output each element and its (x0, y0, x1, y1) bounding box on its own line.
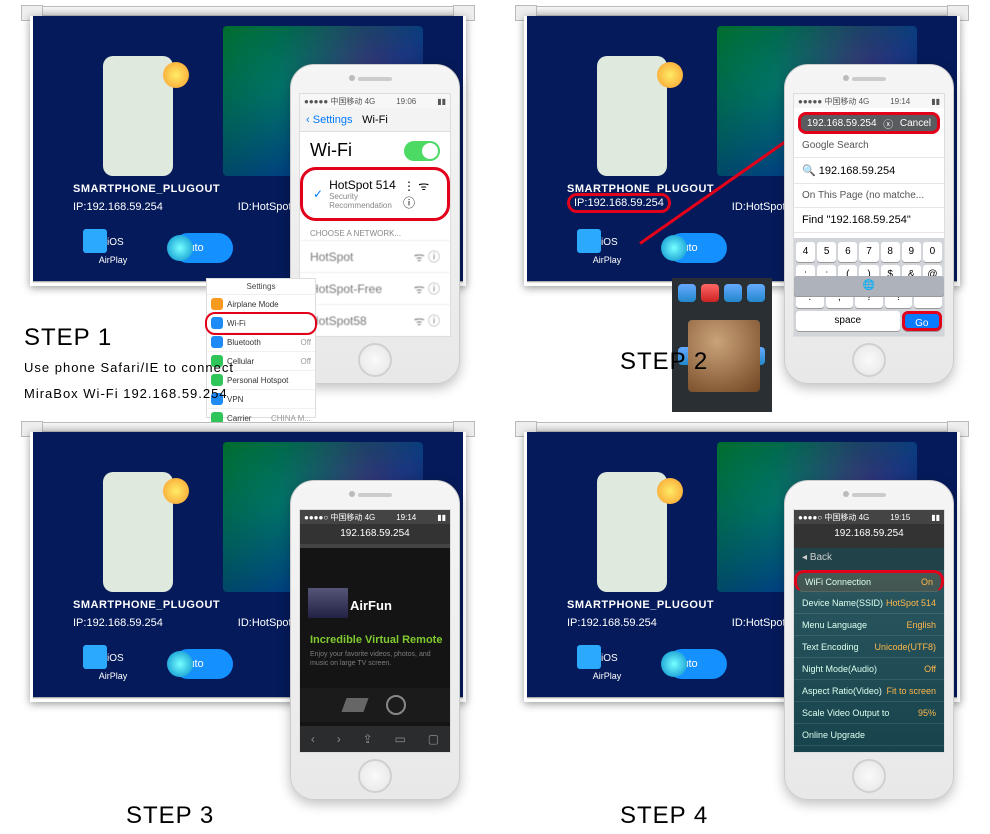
address-bar[interactable]: 192.168.59.254ⓧCancel (798, 112, 940, 134)
url-bar[interactable]: 192.168.59.254 (794, 524, 944, 544)
wifi-other-networks: HotSpotᯤ ⓘ HotSpot-Freeᯤ ⓘ HotSpot58ᯤ ⓘ … (300, 240, 450, 337)
proj-label: SMARTPHONE_PLUGOUT (73, 183, 220, 195)
iphone-step4: ●●●●○ 中国移动 4G19:15▮▮ 192.168.59.254 ◂ Ba… (784, 480, 954, 800)
safari-tabbar[interactable]: ‹›⇪▭▢ (300, 726, 450, 752)
step4-caption: STEP 4 (620, 802, 708, 830)
home-button[interactable] (852, 343, 886, 377)
find-on-page-row[interactable]: Find "192.168.59.254" (794, 208, 944, 233)
auto-badge: Auto (173, 233, 233, 263)
nav-bar: ‹ Settings Wi-Fi (300, 108, 450, 132)
step2-caption: STEP 2 (620, 348, 708, 376)
home-button[interactable] (358, 343, 392, 377)
cancel-button[interactable]: Cancel (900, 118, 931, 129)
config-row[interactable]: Night Mode(Audio)Off (794, 658, 944, 680)
wifi-toggle[interactable] (404, 141, 440, 161)
config-row[interactable]: Scale Video Output to95% (794, 702, 944, 724)
config-row[interactable]: Device Name(SSID)HotSpot 514 (794, 592, 944, 614)
step1-caption: STEP 1 Use phone Safari/IE to connect Mi… (24, 324, 234, 403)
globe-key: 🌐 (794, 276, 944, 296)
proj-ip: IP:192.168.59.254 (73, 201, 163, 213)
step3-caption: STEP 3 (126, 802, 214, 830)
status-bar: ●●●●● 中国移动 4G19:06▮▮ (300, 94, 450, 108)
config-row[interactable]: Download INSTALL_A (794, 746, 944, 753)
config-row[interactable]: Aspect Ratio(Video)Fit to screen (794, 680, 944, 702)
home-button[interactable] (358, 759, 392, 793)
url-bar[interactable]: 192.168.59.254 (300, 524, 450, 544)
iphone-step2: ●●●●● 中国移动 4G19:14▮▮ 192.168.59.254ⓧCanc… (784, 64, 954, 384)
airfun-headline: Incredible Virtual Remote (310, 634, 442, 646)
panel-step-1: SMARTPHONE_PLUGOUT IP:192.168.59.254 ID:… (6, 6, 490, 412)
wifi-icon: ⋮ ᯤ ⓘ (403, 177, 437, 211)
airplay-badge: iOS AirPlay (83, 229, 143, 265)
home-button[interactable] (852, 759, 886, 793)
media-icon[interactable] (341, 698, 368, 712)
panel-step-3: SMARTPHONE_PLUGOUT IP:192.168.59.254 ID:… (6, 422, 490, 828)
settings-row[interactable]: Airplane Mode (207, 295, 315, 314)
keyboard[interactable]: 4567890 :;()$&@ #+=.,?!'⌫ 123 🌐 space Go (794, 238, 944, 336)
space-key: space (796, 311, 900, 331)
panel-step-4: SMARTPHONE_PLUGOUT IP:192.168.59.254 ID:… (500, 422, 984, 828)
go-key: Go (902, 311, 943, 331)
wifi-title: Wi-Fi (310, 140, 352, 161)
wifi-connected-row[interactable]: ✓HotSpot 514Security Recommendation ⋮ ᯤ … (300, 167, 450, 221)
iphone-step3: ●●●●○ 中国移动 4G19:14▮▮ 192.168.59.254 AirF… (290, 480, 460, 800)
panel-step-2: SMARTPHONE_PLUGOUT IP:192.168.59.254 ID:… (500, 6, 984, 412)
back-button[interactable]: ◂ Back (794, 548, 944, 570)
suggestion-row[interactable]: 🔍 192.168.59.254 (794, 158, 944, 184)
config-row[interactable]: Online Upgrade (794, 724, 944, 746)
config-row[interactable]: Text EncodingUnicode(UTF8) (794, 636, 944, 658)
config-row[interactable]: Menu LanguageEnglish (794, 614, 944, 636)
settings-gear-icon[interactable] (386, 695, 406, 715)
config-row[interactable]: WiFi ConnectionOn (794, 570, 944, 592)
airfun-title: AirFun (350, 598, 392, 613)
